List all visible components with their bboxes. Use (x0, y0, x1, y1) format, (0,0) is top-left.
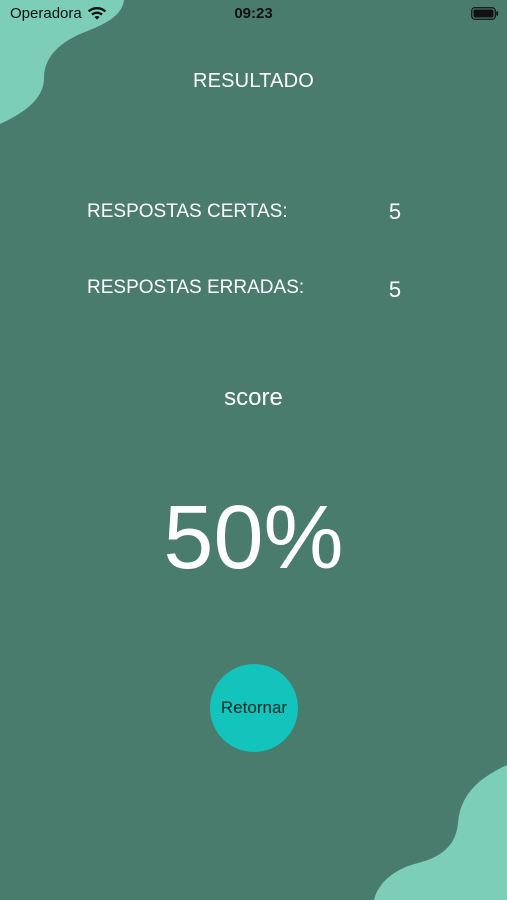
wrong-answers-value: 5 (388, 277, 402, 302)
status-bar: Operadora 09:23 (0, 0, 507, 30)
wrong-answers-label: RESPOSTAS ERRADAS: (87, 277, 305, 298)
bottom-right-decorative-blob (374, 765, 507, 900)
correct-answers-value: 5 (388, 199, 402, 224)
score-label: score (224, 384, 283, 411)
return-button[interactable]: Retornar (210, 664, 298, 752)
score-percentage: 50% (163, 488, 344, 588)
correct-answers-label: RESPOSTAS CERTAS: (87, 201, 288, 222)
page-title: RESULTADO (192, 70, 315, 92)
battery-icon (471, 7, 499, 20)
status-time: 09:23 (234, 5, 273, 22)
